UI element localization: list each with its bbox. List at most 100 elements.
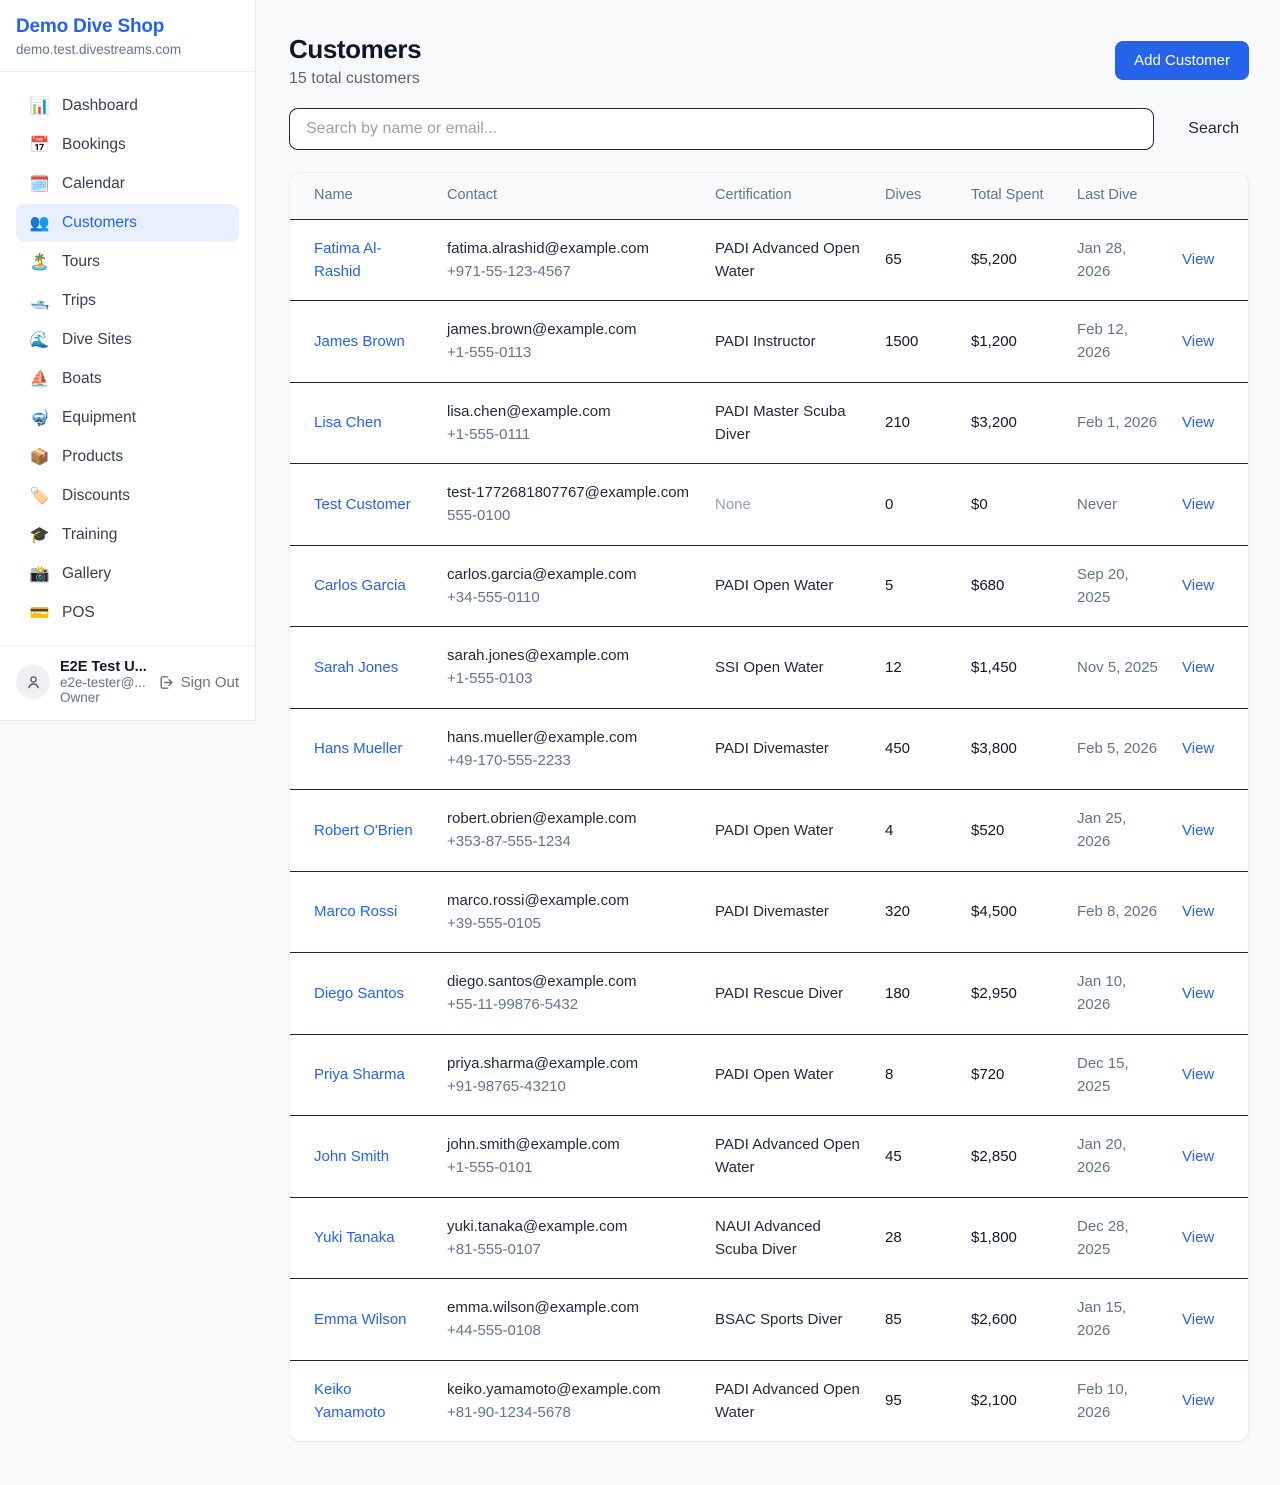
customer-certification: PADI Master Scuba Diver (703, 382, 873, 464)
brand-name[interactable]: Demo Dive Shop (16, 16, 239, 38)
sidebar-item-bookings[interactable]: 📅 Bookings (16, 126, 239, 164)
customer-phone: +1-555-0111 (447, 423, 691, 446)
sidebar: Demo Dive Shop demo.test.divestreams.com… (0, 0, 256, 721)
sidebar-item-calendar[interactable]: 🗓️ Calendar (16, 165, 239, 203)
customer-certification: SSI Open Water (703, 627, 873, 709)
customer-email: carlos.garcia@example.com (447, 563, 691, 586)
customer-name-link[interactable]: Fatima Al-Rashid (314, 240, 382, 280)
sidebar-item-training[interactable]: 🎓 Training (16, 516, 239, 554)
customer-name-link[interactable]: Sarah Jones (314, 659, 398, 676)
customer-name-link[interactable]: James Brown (314, 333, 405, 350)
table-row: Test Customer test-1772681807767@example… (290, 464, 1249, 546)
column-header-last-dive: Last Dive (1065, 173, 1170, 219)
view-link[interactable]: View (1182, 1148, 1214, 1165)
table-row: Carlos Garcia carlos.garcia@example.com … (290, 545, 1249, 627)
customer-name-link[interactable]: Robert O'Brien (314, 822, 413, 839)
customer-name-link[interactable]: John Smith (314, 1148, 389, 1165)
customer-last-dive: Jan 28, 2026 (1065, 219, 1170, 301)
column-header-certification: Certification (703, 173, 873, 219)
customer-dives: 210 (873, 382, 959, 464)
view-link[interactable]: View (1182, 251, 1214, 268)
view-link[interactable]: View (1182, 414, 1214, 431)
customer-name-link[interactable]: Diego Santos (314, 985, 404, 1002)
bar-chart-icon: 📊 (29, 98, 50, 114)
view-link[interactable]: View (1182, 985, 1214, 1002)
customer-name-link[interactable]: Carlos Garcia (314, 577, 406, 594)
sidebar-item-gallery[interactable]: 📸 Gallery (16, 555, 239, 593)
sidebar-item-products[interactable]: 📦 Products (16, 438, 239, 476)
view-link[interactable]: View (1182, 1311, 1214, 1328)
customer-total-spent: $5,200 (959, 219, 1065, 301)
customer-last-dive: Sep 20, 2025 (1065, 545, 1170, 627)
customer-total-spent: $680 (959, 545, 1065, 627)
customer-certification: PADI Instructor (703, 301, 873, 383)
sign-out-button[interactable]: Sign Out (157, 674, 239, 691)
search-input[interactable] (289, 108, 1154, 150)
view-link[interactable]: View (1182, 577, 1214, 594)
diving-mask-icon: 🤿 (29, 410, 50, 426)
customer-name-link[interactable]: Emma Wilson (314, 1311, 407, 1328)
table-row: John Smith john.smith@example.com +1-555… (290, 1116, 1249, 1198)
customer-email: fatima.alrashid@example.com (447, 237, 691, 260)
customer-last-dive: Dec 15, 2025 (1065, 1034, 1170, 1116)
view-link[interactable]: View (1182, 1392, 1214, 1409)
sidebar-item-trips[interactable]: 🛥️ Trips (16, 282, 239, 320)
column-header-dives: Dives (873, 173, 959, 219)
user-info: E2E Test U... e2e-tester@... Owner (60, 659, 147, 705)
sidebar-item-equipment[interactable]: 🤿 Equipment (16, 399, 239, 437)
column-header-actions (1170, 173, 1249, 219)
column-header-contact: Contact (435, 173, 703, 219)
customer-phone: +55-11-99876-5432 (447, 993, 691, 1016)
sailboat-icon: ⛵ (29, 371, 50, 387)
sidebar-item-label: Customers (62, 214, 137, 232)
sidebar-item-tours[interactable]: 🏝️ Tours (16, 243, 239, 281)
customer-dives: 65 (873, 219, 959, 301)
customer-email: test-1772681807767@example.com (447, 481, 691, 504)
view-link[interactable]: View (1182, 1229, 1214, 1246)
view-link[interactable]: View (1182, 333, 1214, 350)
table-row: Emma Wilson emma.wilson@example.com +44-… (290, 1279, 1249, 1361)
sidebar-item-boats[interactable]: ⛵ Boats (16, 360, 239, 398)
customer-certification: PADI Open Water (703, 790, 873, 872)
table-row: Diego Santos diego.santos@example.com +5… (290, 953, 1249, 1035)
view-link[interactable]: View (1182, 903, 1214, 920)
customer-dives: 85 (873, 1279, 959, 1361)
page-title: Customers (289, 34, 421, 65)
view-link[interactable]: View (1182, 822, 1214, 839)
customer-last-dive: Feb 8, 2026 (1065, 871, 1170, 953)
customers-table: Name Contact Certification Dives Total S… (290, 173, 1249, 1441)
sidebar-item-customers[interactable]: 👥 Customers (16, 204, 239, 242)
customer-phone: +81-90-1234-5678 (447, 1401, 691, 1424)
customer-name-link[interactable]: Marco Rossi (314, 903, 397, 920)
customer-name-link[interactable]: Test Customer (314, 496, 411, 513)
customer-name-link[interactable]: Hans Mueller (314, 740, 402, 757)
customer-dives: 450 (873, 708, 959, 790)
add-customer-button[interactable]: Add Customer (1115, 41, 1249, 80)
customer-name-link[interactable]: Lisa Chen (314, 414, 382, 431)
search-button[interactable]: Search (1178, 112, 1249, 146)
customer-phone: +971-55-123-4567 (447, 260, 691, 283)
customer-last-dive: Jan 10, 2026 (1065, 953, 1170, 1035)
view-link[interactable]: View (1182, 659, 1214, 676)
customer-certification: BSAC Sports Diver (703, 1279, 873, 1361)
customer-name-link[interactable]: Priya Sharma (314, 1066, 405, 1083)
table-row: Keiko Yamamoto keiko.yamamoto@example.co… (290, 1360, 1249, 1441)
sidebar-item-discounts[interactable]: 🏷️ Discounts (16, 477, 239, 515)
sidebar-item-dive-sites[interactable]: 🌊 Dive Sites (16, 321, 239, 359)
table-row: James Brown james.brown@example.com +1-5… (290, 301, 1249, 383)
customer-name-link[interactable]: Keiko Yamamoto (314, 1381, 385, 1421)
sidebar-item-dashboard[interactable]: 📊 Dashboard (16, 87, 239, 125)
customer-email: keiko.yamamoto@example.com (447, 1378, 691, 1401)
customer-name-link[interactable]: Yuki Tanaka (314, 1229, 395, 1246)
sidebar-item-pos[interactable]: 💳 POS (16, 594, 239, 632)
customer-email: diego.santos@example.com (447, 970, 691, 993)
view-link[interactable]: View (1182, 496, 1214, 513)
app-root: Demo Dive Shop demo.test.divestreams.com… (0, 0, 1280, 1474)
view-link[interactable]: View (1182, 740, 1214, 757)
sidebar-nav: 📊 Dashboard 📅 Bookings 🗓️ Calendar 👥 Cus… (0, 72, 255, 645)
customer-phone: +39-555-0105 (447, 912, 691, 935)
customer-phone: +1-555-0103 (447, 667, 691, 690)
customer-last-dive: Jan 15, 2026 (1065, 1279, 1170, 1361)
customer-last-dive: Nov 5, 2025 (1065, 627, 1170, 709)
view-link[interactable]: View (1182, 1066, 1214, 1083)
